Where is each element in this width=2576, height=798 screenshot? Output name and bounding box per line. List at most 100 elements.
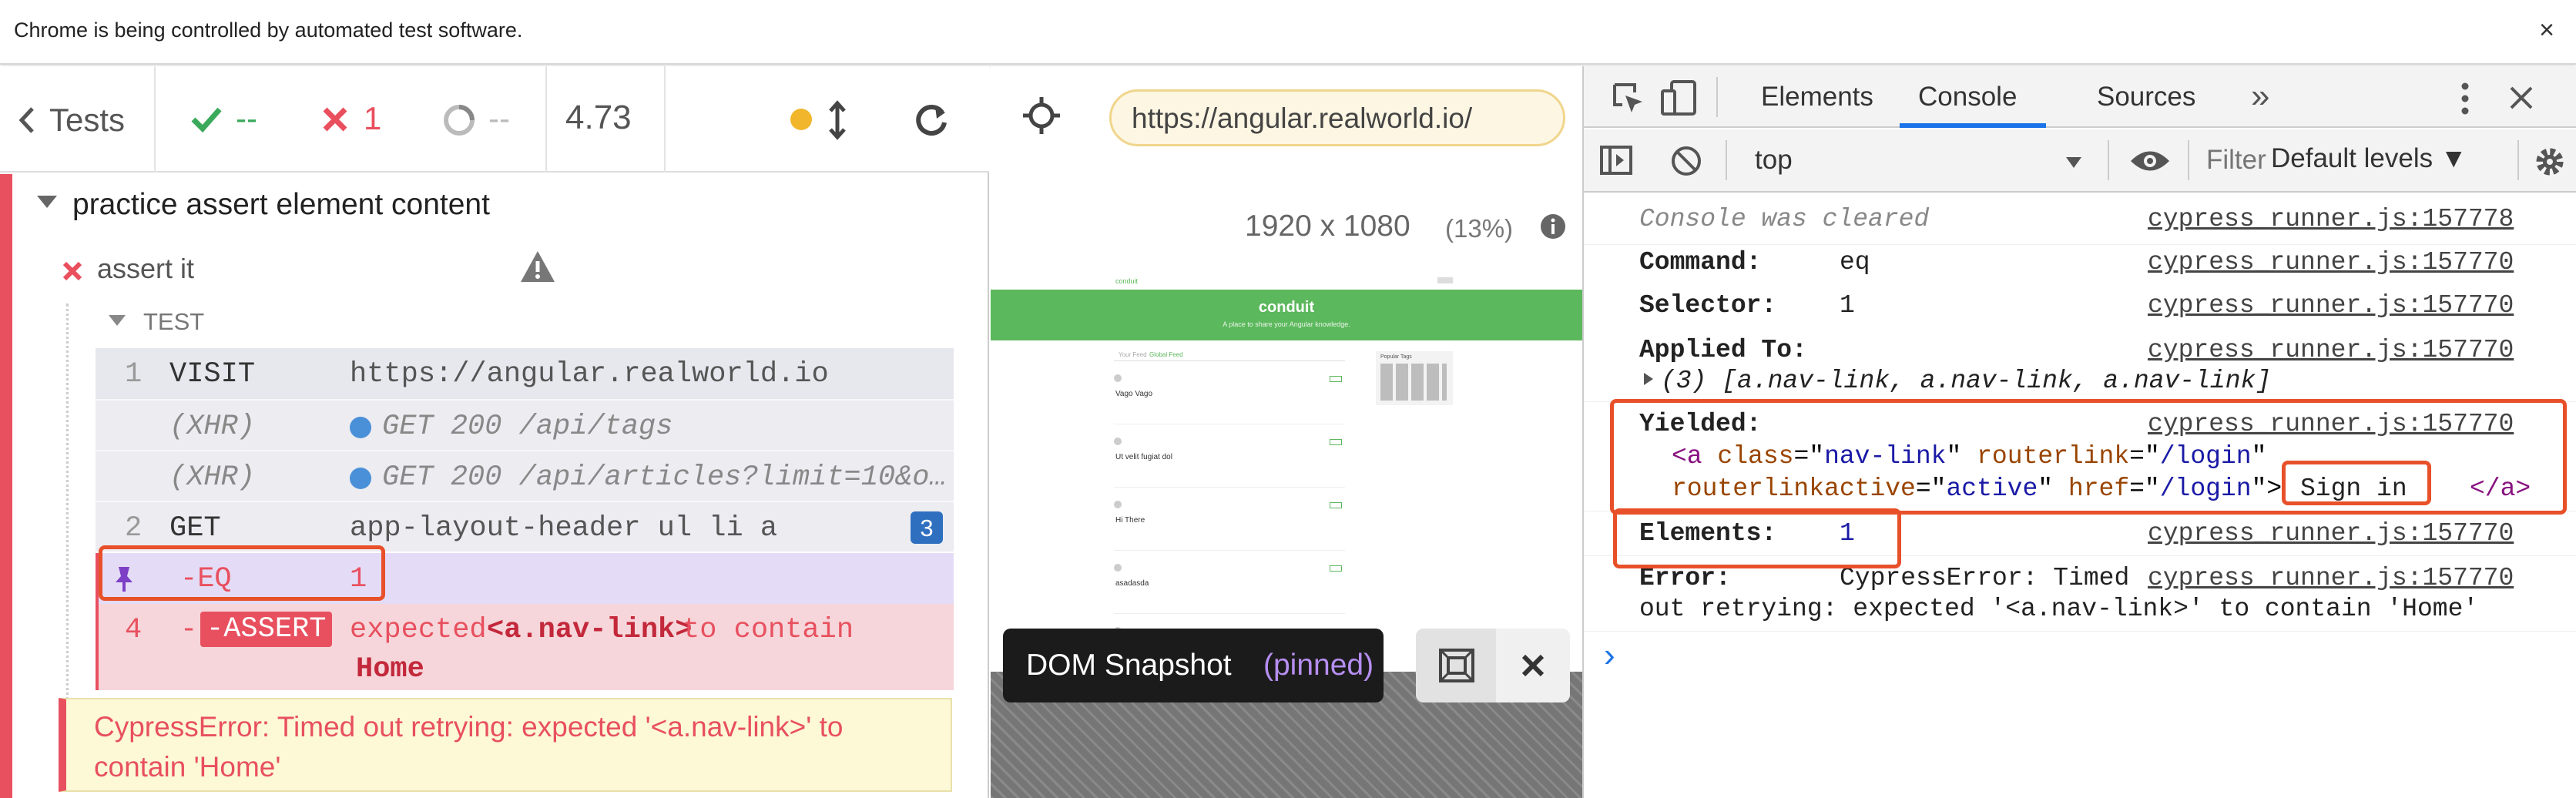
- element-count-badge: 3: [911, 511, 943, 544]
- tree-guide: [66, 303, 69, 743]
- check-icon: [191, 107, 222, 132]
- tests-button[interactable]: Tests: [17, 100, 171, 139]
- command-name: -ASSERT: [200, 612, 333, 647]
- log-entry: Selector: 1 cypress_runner.js:157770: [1584, 288, 2576, 331]
- source-link[interactable]: cypress_runner.js:157770: [2148, 564, 2514, 592]
- command-name: VISIT: [169, 358, 256, 391]
- source-link[interactable]: cypress_runner.js:157770: [2148, 291, 2514, 320]
- preview-divider: [1114, 487, 1345, 488]
- status-dot: [790, 109, 812, 130]
- log-value: out retrying: expected '<a.nav-link>' to…: [1639, 595, 2479, 623]
- tab-sources[interactable]: Sources: [2097, 82, 2195, 112]
- divider: [2188, 140, 2189, 180]
- snapshot-state: (pinned): [1263, 649, 1374, 682]
- inspect-element-icon[interactable]: [1612, 82, 1645, 116]
- expand-triangle-icon[interactable]: [1642, 371, 1655, 387]
- tests-label: Tests: [49, 102, 126, 138]
- command-row[interactable]: (XHR) GET 200 /api/articles?limit=10&o…: [96, 450, 954, 501]
- scroll-toggle-icon[interactable]: [827, 100, 847, 140]
- context-value: top: [1755, 145, 1793, 175]
- kebab-menu-icon[interactable]: [2460, 82, 2470, 116]
- selector-playground-icon[interactable]: [1021, 96, 1062, 136]
- pending-count: --: [488, 100, 510, 136]
- preview-tab: Global Feed: [1149, 351, 1183, 358]
- highlight-toggle-button[interactable]: [1416, 629, 1496, 702]
- preview-article-title: Hi There: [1115, 516, 1145, 525]
- viewport-scale: (13%): [1445, 214, 1514, 243]
- preview-avatar: [1114, 501, 1122, 508]
- command-number: 1: [125, 358, 143, 391]
- more-tabs-icon[interactable]: »: [2251, 77, 2269, 116]
- preview-divider: [1114, 613, 1345, 614]
- command-message: app-layout-header ul li a: [350, 512, 778, 545]
- log-value[interactable]: (3) [a.nav-link, a.nav-link, a.nav-link]: [1661, 367, 2271, 395]
- source-link[interactable]: cypress_runner.js:157770: [2148, 336, 2514, 364]
- preview-avatar: [1114, 564, 1122, 572]
- preview-tab: Your Feed: [1119, 351, 1147, 358]
- divider: [154, 66, 156, 173]
- source-link[interactable]: cypress_runner.js:157770: [2148, 248, 2514, 277]
- command-message: GET 200 /api/tags: [382, 411, 673, 443]
- source-link[interactable]: cypress_runner.js:157770: [2148, 519, 2514, 548]
- command-row[interactable]: (XHR) GET 200 /api/tags: [96, 399, 954, 450]
- command-name: (XHR): [169, 411, 256, 443]
- device-toolbar-icon[interactable]: [1661, 79, 1698, 117]
- cypress-runner: Tests -- 1 -- 4.73 practice assert eleme…: [0, 66, 989, 798]
- close-icon[interactable]: [1521, 653, 1545, 678]
- console-toolbar: top Default levels ▼: [1584, 129, 2576, 193]
- xhr-dot-icon: [350, 468, 371, 489]
- preview-like: [1330, 502, 1342, 508]
- url-bar[interactable]: https://angular.realworld.io/: [1109, 89, 1565, 146]
- tab-elements[interactable]: Elements: [1761, 82, 1873, 112]
- info-icon[interactable]: [1539, 213, 1567, 240]
- app-snapshot: conduit conduit A place to share your An…: [991, 271, 1582, 672]
- divider: [2517, 140, 2519, 180]
- preview-avatar: [1114, 374, 1122, 382]
- command-message: https://angular.realworld.io: [350, 358, 829, 391]
- tab-console[interactable]: Console: [1918, 82, 2017, 112]
- preview-tags-title: Popular Tags: [1380, 354, 1412, 360]
- restart-icon[interactable]: [914, 102, 949, 137]
- gear-icon[interactable]: [2533, 145, 2567, 179]
- test-title[interactable]: assert it: [97, 253, 194, 285]
- clear-console-icon[interactable]: [1670, 145, 1702, 177]
- eye-icon[interactable]: [2129, 148, 2171, 174]
- preview-like: [1330, 376, 1342, 382]
- command-row[interactable]: 2 GET app-layout-header ul li a 3: [96, 501, 954, 552]
- assert-value: Home: [356, 653, 424, 686]
- preview-divider: [1114, 360, 1345, 361]
- failure-stripe: [0, 174, 12, 798]
- log-value: eq: [1840, 248, 1870, 277]
- section-label: TEST: [143, 308, 205, 335]
- command-message: GET 200 /api/articles?limit=10&o…: [382, 461, 947, 494]
- sidebar-toggle-icon[interactable]: [1599, 145, 1633, 176]
- preview-avatar: [1114, 438, 1122, 445]
- preview-tag-pills: [1380, 364, 1447, 401]
- fail-x-icon: [62, 261, 82, 281]
- close-icon[interactable]: [2508, 85, 2534, 111]
- command-row-failed[interactable]: 4 - -ASSERT expected <a.nav-link> to con…: [96, 604, 954, 690]
- console-prompt[interactable]: ›: [1604, 636, 1615, 675]
- preview-article-title: asadasda: [1115, 579, 1149, 588]
- passed-count: --: [236, 100, 257, 136]
- source-link[interactable]: cypress_runner.js:157778: [2148, 205, 2514, 233]
- log-label: Command:: [1639, 248, 1762, 277]
- context-select[interactable]: top: [1749, 140, 2095, 182]
- divider: [664, 66, 666, 173]
- error-message: CypressError: Timed out retrying: expect…: [59, 698, 952, 792]
- log-label: Selector:: [1639, 291, 1777, 320]
- log-levels-select[interactable]: Default levels ▼: [2271, 143, 2467, 174]
- log-entry: Error: CypressError: Timed cypress_runne…: [1584, 558, 2576, 632]
- preview-hero: conduit A place to share your Angular kn…: [991, 290, 1582, 340]
- log-entry: Applied To: cypress_runner.js:157770 (3)…: [1584, 331, 2576, 402]
- devtools-tabbar: Elements Console Sources »: [1584, 66, 2576, 128]
- runner-header: Tests -- 1 -- 4.73: [0, 66, 989, 173]
- log-value: 1: [1840, 291, 1855, 320]
- suite-title[interactable]: practice assert element content: [72, 188, 490, 222]
- preview-article-title: Ut velit fugiat dol: [1115, 453, 1172, 461]
- command-row[interactable]: 1 VISIT https://angular.realworld.io: [96, 348, 954, 399]
- warning-icon: [521, 251, 555, 282]
- snapshot-controls: [1416, 629, 1570, 702]
- close-icon[interactable]: ×: [2539, 15, 2554, 45]
- log-label: Applied To:: [1639, 336, 1807, 364]
